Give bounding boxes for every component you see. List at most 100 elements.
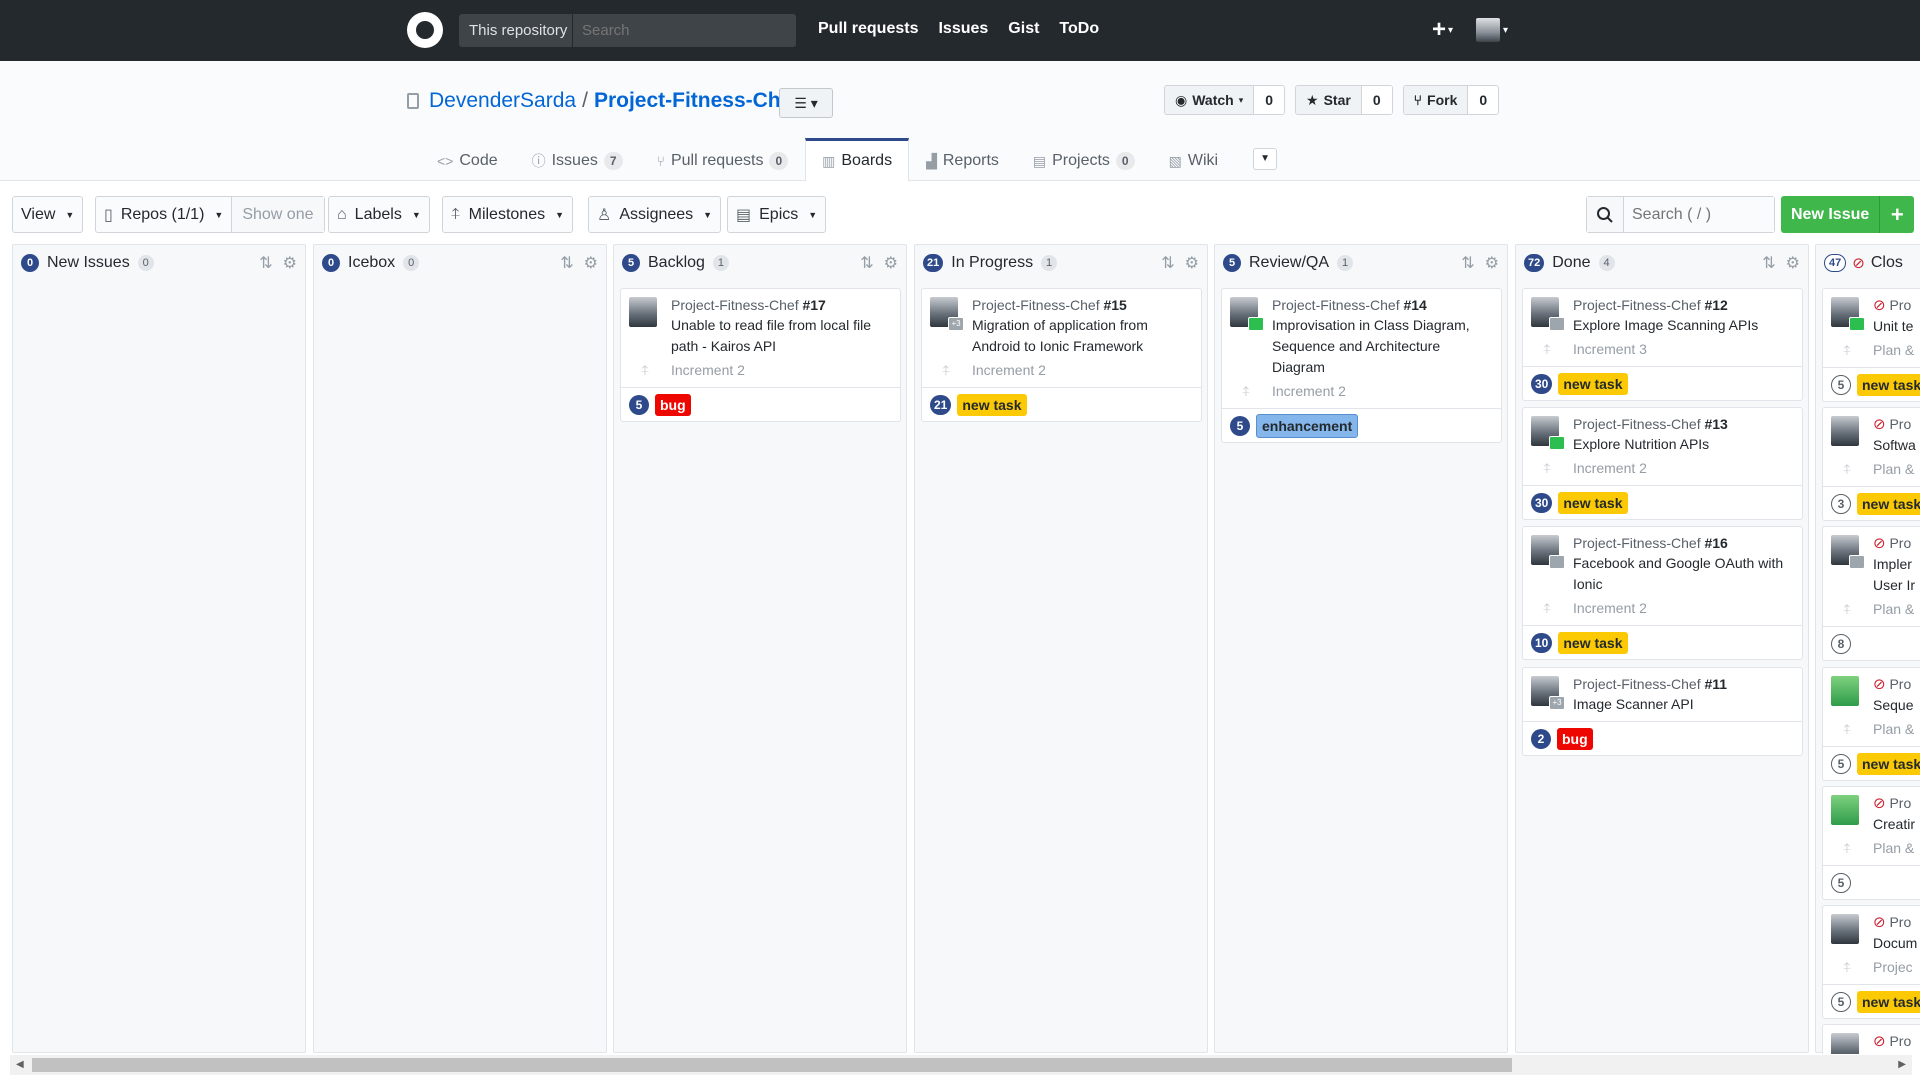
closed-issue-icon: ⊘ — [1873, 535, 1886, 552]
issue-card[interactable]: ⊘ Pro Softwa ⍏ Plan & 3 new task — [1822, 407, 1920, 521]
assignee-avatar — [1831, 535, 1865, 569]
pipeline-name: Review/QA — [1249, 254, 1330, 271]
estimate-badge: 30 — [1531, 373, 1553, 394]
issue-card[interactable]: ⊘ Pro Docum ⍏ Projec 5 new task — [1822, 905, 1920, 1019]
search-icon — [1587, 197, 1624, 232]
collaborator-avatar — [1849, 555, 1865, 569]
tab-reports[interactable]: ▟ Reports — [909, 138, 1016, 181]
sort-icon[interactable]: ⇅ — [1762, 253, 1775, 273]
issue-card[interactable]: Project-Fitness-Chef #12 Explore Image S… — [1522, 288, 1803, 401]
more-tabs-button[interactable]: ▼ — [1253, 148, 1278, 170]
avatar — [1476, 18, 1500, 42]
repos-filter[interactable]: ▯ Repos (1/1) ▼ Show one — [95, 196, 325, 233]
github-logo-icon[interactable] — [407, 12, 443, 48]
pipeline-header: 0 New Issues 0 ⇅ ⚙ — [13, 245, 305, 281]
issue-card[interactable]: Project-Fitness-Chef #14 Improvisation i… — [1221, 288, 1502, 443]
issue-title[interactable]: Explore Nutrition APIs — [1573, 434, 1796, 455]
issue-card[interactable]: +3 Project-Fitness-Chef #11 Image Scanne… — [1522, 667, 1803, 756]
tab-code[interactable]: <> Code — [420, 138, 515, 181]
issue-title[interactable]: Explore Image Scanning APIs — [1573, 315, 1796, 336]
sort-icon[interactable]: ⇅ — [1161, 253, 1174, 273]
nav-pull-requests[interactable]: Pull requests — [818, 20, 918, 38]
gear-icon[interactable]: ⚙ — [1485, 253, 1499, 273]
sort-icon[interactable]: ⇅ — [560, 253, 573, 273]
sort-icon[interactable]: ⇅ — [259, 253, 272, 273]
sort-icon[interactable]: ⇅ — [1461, 253, 1474, 273]
repo-name-link[interactable]: Project-Fitness-Chef — [594, 89, 799, 113]
header-search-input[interactable] — [574, 14, 796, 47]
create-new-menu[interactable]: + ▾ — [1432, 16, 1453, 44]
gear-icon[interactable]: ⚙ — [1786, 253, 1800, 273]
pipeline-header: 5 Backlog 1 ⇅ ⚙ — [614, 245, 906, 281]
scrollbar-thumb[interactable] — [32, 1058, 1512, 1072]
plus-icon[interactable]: + — [1880, 196, 1915, 233]
pipeline-done: 72 Done 4 ⇅ ⚙ Project-Fitness-Chef #12 Ex… — [1515, 244, 1809, 1053]
issue-card[interactable]: ⊘ Pro Creatir ⍏ Plan & 5 — [1822, 786, 1920, 900]
labels-filter[interactable]: ⌂ Labels ▼ — [328, 196, 430, 233]
gear-icon[interactable]: ⚙ — [283, 253, 297, 273]
board-search-input[interactable] — [1624, 197, 1774, 232]
new-issue-button[interactable]: New Issue + — [1781, 196, 1915, 233]
nav-issues[interactable]: Issues — [938, 20, 988, 38]
gear-icon[interactable]: ⚙ — [884, 253, 898, 273]
issue-title[interactable]: Impler — [1873, 554, 1920, 575]
sort-icon[interactable]: ⇅ — [860, 253, 873, 273]
search-box[interactable]: This repository — [459, 14, 796, 47]
issue-title[interactable]: Unable to read file from local file path… — [671, 315, 894, 357]
issue-card[interactable]: ⊘ Pro — [1822, 1024, 1920, 1054]
gear-icon[interactable]: ⚙ — [1185, 253, 1199, 273]
boards-icon: ▥ — [822, 153, 836, 169]
issue-milestone: ⍏ Increment 2 — [1543, 457, 1796, 479]
issue-card[interactable]: Project-Fitness-Chef #16 Facebook and Go… — [1522, 526, 1803, 660]
watch-count[interactable]: 0 — [1254, 86, 1285, 114]
tab-boards[interactable]: ▥ Boards — [805, 138, 910, 182]
issue-repo: ⊘ Pro — [1873, 1033, 1912, 1050]
gear-icon[interactable]: ⚙ — [584, 253, 598, 273]
issue-title[interactable]: Improvisation in Class Diagram, Sequence… — [1272, 315, 1495, 378]
caret-down-icon: ▼ — [808, 209, 818, 220]
tab-pull-requests[interactable]: ⑂ Pull requests 0 — [640, 138, 806, 181]
issue-title[interactable]: Docum — [1873, 933, 1920, 954]
milestones-filter[interactable]: ⍏ Milestones ▼ — [442, 196, 574, 233]
scroll-left-icon[interactable]: ◀ — [16, 1059, 24, 1070]
issue-title[interactable]: Image Scanner API — [1573, 694, 1796, 715]
issue-card[interactable]: Project-Fitness-Chef #17 Unable to read … — [620, 288, 901, 422]
nav-todo[interactable]: ToDo — [1059, 20, 1099, 38]
fork-button[interactable]: ⑂ Fork — [1403, 86, 1469, 114]
issue-card[interactable]: ⊘ Pro Impler User Ir ⍏ Plan & 8 — [1822, 526, 1920, 661]
closed-issue-icon: ⊘ — [1873, 914, 1886, 931]
tab-issues[interactable]: ⓘ Issues 7 — [515, 138, 640, 181]
star-count[interactable]: 0 — [1361, 86, 1392, 114]
closed-issue-icon: ⊘ — [1873, 297, 1886, 314]
tab-wiki[interactable]: ▧ Wiki — [1152, 138, 1235, 181]
issue-card[interactable]: ⊘ Pro Seque ⍏ Plan & 5 new task — [1822, 667, 1920, 781]
issue-card[interactable]: ⊘ Pro Unit te ⍏ Plan & 5 new task — [1822, 288, 1920, 402]
issue-title[interactable]: Migration of application from Android to… — [972, 315, 1195, 357]
watch-button[interactable]: ◉ Watch ▾ — [1165, 86, 1255, 114]
horizontal-scrollbar[interactable]: ◀ ▶ — [10, 1055, 1912, 1075]
epics-filter[interactable]: ▤ Epics ▼ — [727, 196, 827, 233]
assignees-filter[interactable]: ♙ Assignees ▼ — [588, 196, 722, 233]
new-issue-label[interactable]: New Issue — [1781, 196, 1881, 233]
issue-card[interactable]: +3 Project-Fitness-Chef #15 Migration of… — [921, 288, 1202, 422]
issue-title[interactable]: Softwa — [1873, 435, 1920, 456]
star-button[interactable]: ★ Star — [1296, 86, 1362, 114]
repo-owner-link[interactable]: DevenderSarda — [429, 89, 576, 113]
assignee-avatar — [1831, 416, 1859, 446]
tab-count: 0 — [769, 151, 789, 170]
tab-projects[interactable]: ▤ Projects 0 — [1016, 138, 1152, 181]
issue-title[interactable]: Creatir — [1873, 814, 1920, 835]
repo-list-menu-button[interactable]: ☰ ▾ — [779, 88, 833, 118]
scroll-right-icon[interactable]: ▶ — [1898, 1059, 1906, 1070]
issue-title[interactable]: Facebook and Google OAuth with Ionic — [1573, 553, 1796, 595]
fork-count[interactable]: 0 — [1468, 86, 1499, 114]
nav-gist[interactable]: Gist — [1008, 20, 1039, 38]
user-menu[interactable]: ▾ — [1476, 18, 1508, 42]
show-one-button[interactable]: Show one — [231, 197, 324, 232]
assignee-avatar — [1531, 416, 1565, 450]
issue-card[interactable]: Project-Fitness-Chef #13 Explore Nutriti… — [1522, 407, 1803, 520]
issue-title[interactable]: Seque — [1873, 695, 1920, 716]
issue-title[interactable]: Unit te — [1873, 316, 1920, 337]
view-dropdown[interactable]: View ▼ — [12, 196, 84, 233]
board-search[interactable] — [1586, 196, 1775, 233]
